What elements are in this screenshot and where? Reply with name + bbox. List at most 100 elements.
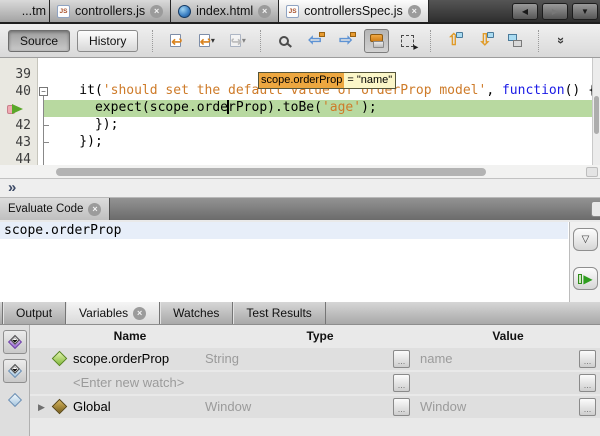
- next-occurrence-button[interactable]: ⇨: [333, 29, 358, 53]
- tab-controllers-js[interactable]: JS controllers.js ×: [50, 0, 171, 22]
- variables-panel: ◪ ◪ Name Type Value scope.orderProp Stri…: [0, 325, 600, 436]
- previous-occurrence-button[interactable]: ⇦: [302, 29, 327, 53]
- evaluate-code-tab-label: Evaluate Code: [8, 203, 83, 215]
- variables-side-toolbar: ◪ ◪: [0, 325, 30, 436]
- tab-watches-label: Watches: [173, 306, 219, 320]
- toolbar-overflow-button[interactable]: »: [549, 29, 574, 53]
- occurrence-tag-icon: [350, 32, 356, 37]
- rectangular-selection-button[interactable]: [395, 29, 420, 53]
- toggle-highlight-button[interactable]: [364, 29, 389, 53]
- diamond-icon: [8, 393, 22, 407]
- toolbar-separator: [260, 30, 261, 52]
- line-number: 40: [1, 83, 31, 100]
- run-icon: ▶: [583, 273, 592, 285]
- variable-name[interactable]: scope.orderProp: [73, 351, 169, 366]
- show-evaluation-result-button[interactable]: ◪: [3, 330, 27, 354]
- close-icon[interactable]: ×: [258, 5, 271, 18]
- evaluate-expression-button[interactable]: ▶: [573, 267, 598, 290]
- code-plain: rProp).toBe(: [228, 100, 322, 115]
- tab-list-dropdown-button[interactable]: ▼: [572, 3, 598, 20]
- tab-bar-spacer: [429, 0, 512, 22]
- scrollbar-thumb[interactable]: [56, 168, 486, 176]
- close-icon[interactable]: ×: [133, 307, 146, 320]
- program-counter-icon: [7, 104, 27, 115]
- history-view-button[interactable]: History: [77, 30, 138, 52]
- evaluate-expression-input[interactable]: scope.orderProp: [0, 222, 568, 239]
- occurrence-tag-icon: [319, 32, 325, 37]
- type-detail-button[interactable]: ...: [393, 398, 410, 416]
- variable-row-global[interactable]: ▶ Global Window ... Window ...: [30, 396, 600, 418]
- column-header-type: Type: [220, 325, 420, 347]
- variable-diamond-icon: [52, 399, 68, 415]
- badge-icon: ◪: [10, 335, 20, 345]
- expand-chevron-icon[interactable]: »: [8, 181, 16, 195]
- tab-controllersspec-js[interactable]: JS controllersSpec.js ×: [279, 0, 429, 22]
- bookmark-toggle-icon: [508, 34, 524, 48]
- tab-output-label: Output: [16, 306, 52, 320]
- toolbar-separator: [430, 30, 431, 52]
- navigate-back-button[interactable]: ↩ ▾: [194, 29, 219, 53]
- editor-vertical-scrollbar[interactable]: [592, 58, 600, 165]
- bottom-tab-bar: Output Variables × Watches Test Results: [0, 302, 600, 325]
- type-detail-button[interactable]: ...: [393, 350, 410, 368]
- close-icon[interactable]: ×: [88, 203, 101, 216]
- code-plain: it(: [48, 83, 103, 98]
- close-icon[interactable]: ×: [408, 5, 421, 18]
- panel-corner-button[interactable]: [591, 201, 600, 217]
- source-view-button[interactable]: Source: [8, 30, 70, 52]
- variable-row-scope-orderprop[interactable]: scope.orderProp String ... name ...: [30, 348, 600, 370]
- variable-value[interactable]: Window: [420, 399, 466, 414]
- code-line-43: });: [48, 134, 592, 151]
- tab-index-html[interactable]: index.html ×: [171, 0, 279, 22]
- expression-history-button[interactable]: ▽: [573, 228, 598, 251]
- value-detail-button[interactable]: ...: [579, 374, 596, 392]
- variable-name[interactable]: Global: [73, 399, 111, 414]
- tab-test-results-label: Test Results: [246, 306, 311, 320]
- variable-value[interactable]: name: [420, 351, 453, 366]
- scrollbar-corner: [586, 167, 598, 177]
- new-watch-placeholder[interactable]: <Enter new watch>: [73, 375, 184, 390]
- tab-watches[interactable]: Watches: [160, 302, 233, 324]
- tab-test-results[interactable]: Test Results: [233, 302, 325, 324]
- value-detail-button[interactable]: ...: [579, 398, 596, 416]
- type-detail-button[interactable]: ...: [393, 374, 410, 392]
- scroll-tabs-left-button[interactable]: ◀: [512, 3, 538, 20]
- tooltip-value: = "name": [344, 73, 395, 88]
- value-detail-button[interactable]: ...: [579, 350, 596, 368]
- code-editor[interactable]: 39 40 42 43 44 − it('should set the defa…: [0, 58, 600, 165]
- navigate-forward-button[interactable]: ↪ ▾: [225, 29, 250, 53]
- evaluate-side-toolbar: ▽ ▶: [569, 222, 600, 302]
- tab-spec-label: controllersSpec.js: [304, 4, 403, 18]
- find-selection-button[interactable]: [271, 29, 296, 53]
- fold-collapse-icon[interactable]: −: [39, 87, 48, 96]
- new-watch-button[interactable]: [3, 388, 27, 412]
- dropdown-arrow-icon[interactable]: ▾: [242, 36, 246, 45]
- search-icon: [279, 36, 289, 46]
- show-watches-button[interactable]: ◪: [3, 359, 27, 383]
- tab-output[interactable]: Output: [2, 302, 66, 324]
- next-bookmark-button[interactable]: ⇩: [472, 29, 497, 53]
- scroll-tabs-right-button[interactable]: ▶: [542, 3, 568, 20]
- rectangular-selection-icon: [401, 35, 414, 47]
- js-file-icon: JS: [57, 5, 70, 18]
- dropdown-arrow-icon[interactable]: ▾: [211, 36, 215, 45]
- toggle-bookmark-button[interactable]: [503, 29, 528, 53]
- scrollbar-thumb[interactable]: [594, 96, 599, 134]
- tab-partial[interactable]: ...tm: [0, 0, 50, 22]
- tab-variables[interactable]: Variables ×: [66, 302, 160, 324]
- tab-index-label: index.html: [196, 4, 253, 18]
- variable-type: String: [205, 351, 239, 366]
- expand-triangle-icon[interactable]: ▶: [38, 402, 45, 413]
- editor-gutter[interactable]: 39 40 42 43 44: [0, 58, 38, 165]
- evaluate-code-panel: scope.orderProp ▽ ▶: [0, 222, 600, 302]
- close-icon[interactable]: ×: [150, 5, 163, 18]
- overflow-chevron-icon: »: [554, 37, 569, 44]
- code-keyword: function: [502, 83, 565, 98]
- previous-bookmark-button[interactable]: ⇧: [441, 29, 466, 53]
- new-watch-row[interactable]: <Enter new watch> ... ...: [30, 372, 600, 394]
- evaluate-code-tab[interactable]: Evaluate Code ×: [0, 198, 110, 220]
- line-number: 42: [1, 117, 31, 134]
- editor-horizontal-scrollbar[interactable]: [0, 165, 600, 179]
- code-text-area[interactable]: it('should set the default value of orde…: [48, 58, 592, 165]
- last-edit-location-button[interactable]: ↩: [163, 29, 188, 53]
